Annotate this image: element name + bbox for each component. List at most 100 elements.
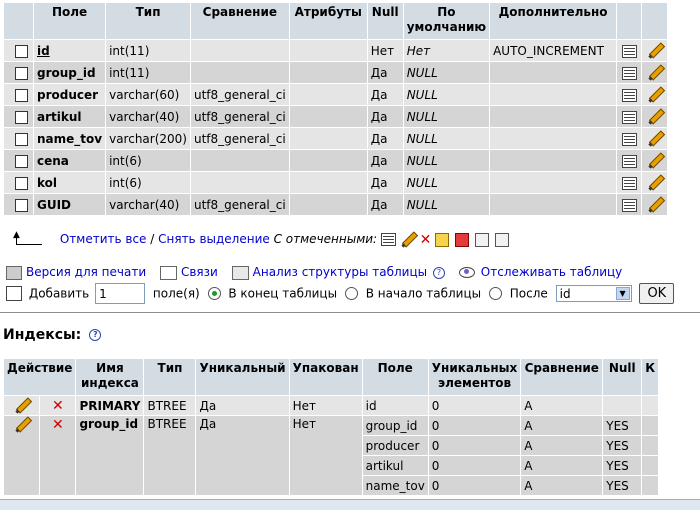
edit-selected-icon[interactable]: [400, 232, 416, 248]
check-separator: /: [150, 232, 155, 246]
after-field-select[interactable]: id ▼: [555, 285, 632, 302]
fields-label: поле(я): [152, 286, 200, 301]
begin-of-table-label[interactable]: В начало таблицы: [366, 287, 481, 301]
after-label[interactable]: После: [510, 287, 548, 301]
row-checkbox-cell: [4, 194, 33, 215]
field-type: varchar(60): [106, 84, 190, 105]
field-default: NULL: [403, 84, 490, 105]
browse-distinct-icon[interactable]: [621, 132, 637, 146]
check-all-link[interactable]: Отметить все: [60, 232, 147, 246]
structure-table: Поле Тип Сравнение Атрибуты Null По умол…: [3, 2, 668, 216]
row-checkbox-cell: [4, 84, 33, 105]
field-attributes: [289, 106, 367, 127]
browse-distinct-icon[interactable]: [621, 176, 637, 190]
edit-field-icon[interactable]: [647, 153, 663, 169]
field-null: Да: [367, 84, 403, 105]
row-checkbox[interactable]: [15, 198, 28, 212]
edit-field-icon[interactable]: [647, 109, 663, 125]
index-field: id: [362, 396, 428, 415]
row-checkbox[interactable]: [15, 110, 28, 124]
idx-edit-cell: [4, 416, 40, 495]
index-collation: A: [521, 396, 603, 415]
edit-field-icon[interactable]: [647, 175, 663, 191]
field-name: kol: [34, 172, 106, 193]
field-name: producer: [34, 84, 106, 105]
edit-field-icon[interactable]: [647, 197, 663, 213]
index-cardinality: 0: [428, 416, 521, 435]
field-extra: [490, 194, 617, 215]
field-null: Да: [367, 128, 403, 149]
field-default: NULL: [403, 172, 490, 193]
field-count-input[interactable]: [95, 283, 146, 304]
edit-field-icon[interactable]: [647, 87, 663, 103]
row-checkbox-cell: [4, 106, 33, 127]
field-null: Да: [367, 172, 403, 193]
field-collation: utf8_general_ci: [190, 194, 289, 215]
row-checkbox[interactable]: [15, 132, 28, 146]
edit-cell: [642, 150, 668, 171]
edit-field-icon[interactable]: [647, 65, 663, 81]
print-icon: [6, 265, 22, 280]
structure-row: cena int(6) Да NULL: [4, 150, 668, 171]
row-checkbox-cell: [4, 150, 33, 171]
row-checkbox-cell: [4, 62, 33, 83]
index-unique: Да: [196, 416, 289, 495]
field-name: GUID: [34, 194, 106, 215]
track-table-link[interactable]: Отслеживать таблицу: [481, 265, 622, 279]
relations-link[interactable]: Связи: [181, 265, 218, 279]
index-cardinality: 0: [428, 476, 521, 495]
indexes-table: Действие Имя индекса Тип Уникальный Упак…: [3, 358, 659, 496]
fulltext-icon[interactable]: [494, 232, 509, 247]
primary-key-icon[interactable]: [435, 232, 450, 247]
edit-field-icon[interactable]: [647, 131, 663, 147]
row-checkbox[interactable]: [15, 88, 28, 102]
field-default: NULL: [403, 106, 490, 127]
row-checkbox[interactable]: [15, 44, 28, 58]
horizontal-scrollbar[interactable]: [0, 499, 700, 510]
index-row-primary: ✕ PRIMARY BTREE Да Нет id 0 A: [4, 396, 659, 415]
edit-cell: [642, 128, 668, 149]
browse-distinct-icon[interactable]: [621, 66, 637, 80]
browse-distinct-icon[interactable]: [621, 88, 637, 102]
drop-index-icon[interactable]: ✕: [52, 399, 64, 413]
field-default: NULL: [403, 62, 490, 83]
index-collation: A: [521, 416, 603, 435]
edit-cell: [642, 194, 668, 215]
chevron-down-icon[interactable]: ▼: [615, 287, 630, 300]
browse-distinct-icon[interactable]: [621, 44, 637, 58]
structure-row: GUID varchar(40) utf8_general_ci Да NULL: [4, 194, 668, 215]
ok-button[interactable]: OK: [639, 283, 675, 304]
begin-of-table-radio[interactable]: [344, 287, 358, 300]
edit-index-icon[interactable]: [14, 417, 30, 433]
browse-selected-icon[interactable]: [380, 233, 396, 246]
structure-row: group_id int(11) Да NULL: [4, 62, 668, 83]
edit-cell: [642, 40, 668, 61]
end-of-table-label[interactable]: В конец таблицы: [228, 287, 337, 301]
field-default: NULL: [403, 128, 490, 149]
row-checkbox[interactable]: [15, 154, 28, 168]
uncheck-all-link[interactable]: Снять выделение: [158, 232, 270, 246]
edit-index-icon[interactable]: [14, 398, 30, 414]
row-checkbox[interactable]: [15, 176, 28, 190]
row-checkbox[interactable]: [15, 66, 28, 80]
end-of-table-radio[interactable]: [207, 287, 221, 300]
indexes-help-icon[interactable]: ?: [89, 329, 102, 341]
analyze-structure-link[interactable]: Анализ структуры таблицы: [253, 265, 427, 279]
browse-distinct-icon[interactable]: [621, 198, 637, 212]
browse-distinct-icon[interactable]: [621, 110, 637, 124]
after-radio[interactable]: [488, 287, 502, 300]
browse-distinct-icon[interactable]: [621, 154, 637, 168]
edit-field-icon[interactable]: [647, 43, 663, 59]
drop-index-icon[interactable]: ✕: [52, 418, 64, 432]
unique-icon[interactable]: [454, 232, 469, 247]
delete-selected-icon[interactable]: ✕: [420, 233, 432, 247]
add-field-icon: [6, 286, 22, 301]
header-action-edit: [642, 3, 668, 39]
row-checkbox-cell: [4, 172, 33, 193]
help-icon[interactable]: ?: [432, 266, 445, 279]
index-cardinality: 0: [428, 396, 521, 415]
index-icon[interactable]: [474, 232, 489, 247]
print-view-link[interactable]: Версия для печати: [26, 265, 146, 279]
browse-cell: [617, 106, 642, 127]
field-null: Нет: [367, 40, 403, 61]
